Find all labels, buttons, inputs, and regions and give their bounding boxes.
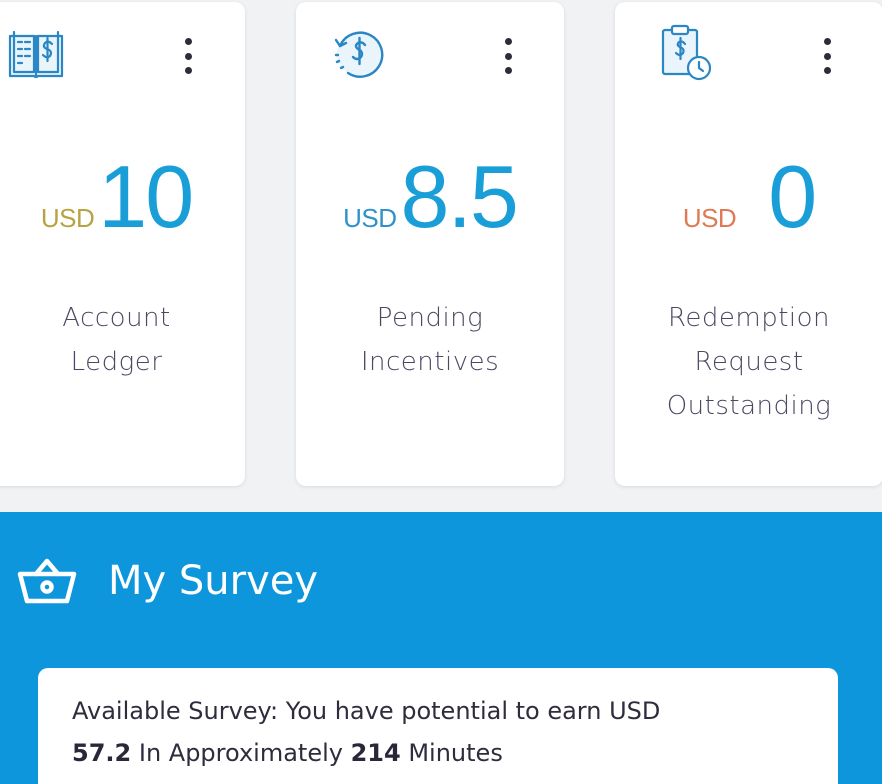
- more-options-icon[interactable]: [182, 38, 194, 74]
- amount-display: USD 8.5: [296, 152, 564, 242]
- more-options-icon[interactable]: [821, 38, 833, 74]
- pending-incentives-card[interactable]: USD 8.5 Pending Incentives: [296, 2, 564, 486]
- clipboard-clock-dollar-icon: [655, 22, 719, 86]
- card-label: Redemption Request Outstanding: [615, 296, 882, 428]
- currency-label: USD: [40, 203, 95, 233]
- currency-label: USD: [682, 203, 737, 233]
- basket-icon: [16, 556, 78, 606]
- account-ledger-card[interactable]: USD 10 Account Ledger: [0, 2, 245, 486]
- available-survey-card[interactable]: Available Survey: You have potential to …: [38, 668, 838, 784]
- card-label-line: Redemption: [667, 303, 831, 333]
- card-label-line: Outstanding: [666, 391, 832, 421]
- currency-label: USD: [343, 203, 397, 233]
- ledger-book-dollar-icon: [4, 22, 68, 86]
- card-label-line: Incentives: [360, 347, 500, 377]
- card-label: Pending Incentives: [296, 296, 564, 384]
- refresh-dollar-icon: [326, 22, 390, 86]
- amount-value: 0: [768, 147, 817, 246]
- card-label-line: Pending: [376, 303, 484, 333]
- survey-title: My Survey: [108, 558, 319, 604]
- survey-minutes: 214: [350, 739, 401, 767]
- amount-value: 10: [98, 147, 194, 246]
- more-options-icon[interactable]: [502, 38, 514, 74]
- card-label: Account Ledger: [0, 296, 245, 384]
- card-label-line: Account: [62, 303, 171, 333]
- survey-amount: 57.2: [72, 739, 132, 767]
- amount-display: USD 0: [615, 152, 882, 242]
- redemption-request-card[interactable]: USD 0 Redemption Request Outstanding: [615, 2, 882, 486]
- survey-text-prefix: Available Survey: You have potential to …: [72, 697, 661, 725]
- card-label-line: Request: [694, 347, 804, 377]
- survey-text-middle: In Approximately: [138, 739, 343, 767]
- card-label-line: Ledger: [70, 347, 163, 377]
- amount-display: USD 10: [0, 152, 245, 242]
- survey-text-suffix: Minutes: [408, 739, 503, 767]
- survey-header: My Survey: [16, 556, 318, 606]
- my-survey-section: My Survey Available Survey: You have pot…: [0, 512, 882, 784]
- amount-value: 8.5: [400, 147, 519, 246]
